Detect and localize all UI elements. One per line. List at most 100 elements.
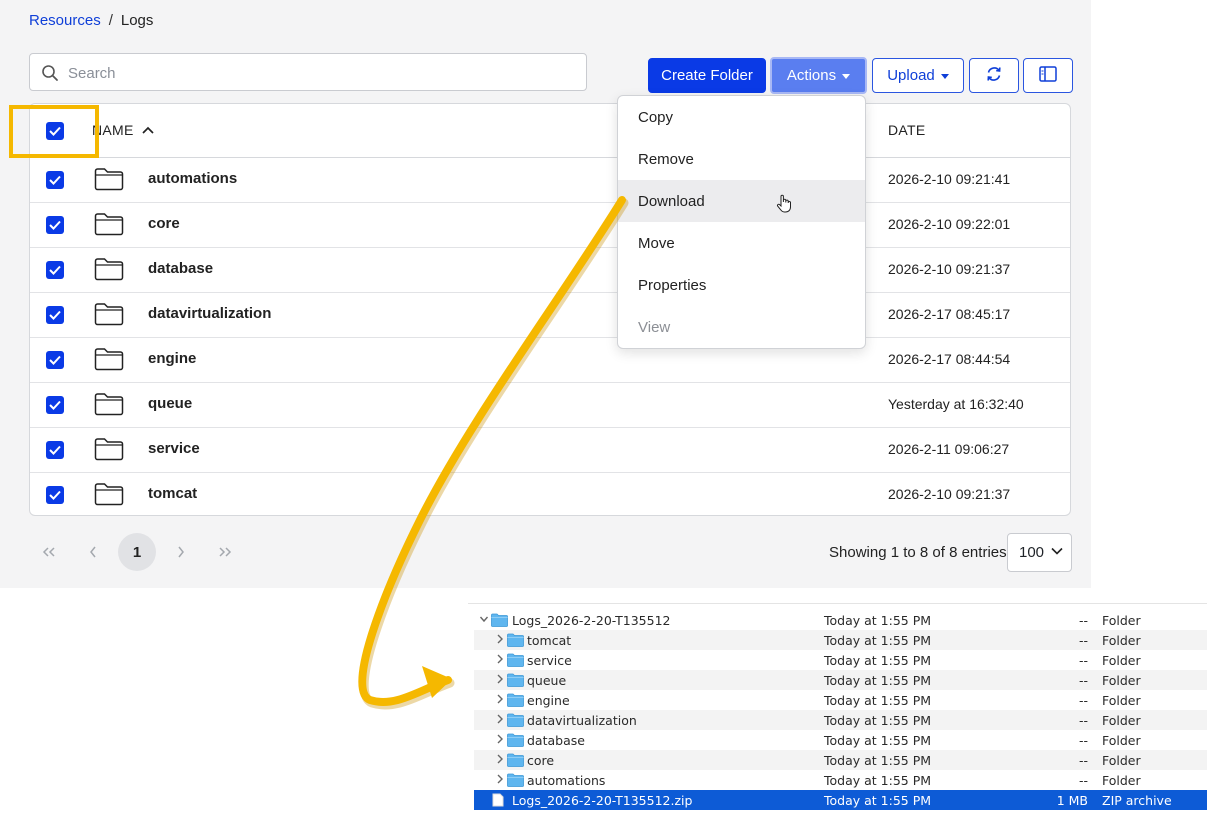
row-name[interactable]: datavirtualization <box>148 305 271 322</box>
actions-button[interactable]: Actions <box>770 57 867 94</box>
finder-item-size: -- <box>1078 713 1088 728</box>
toggle-panel-button[interactable] <box>1023 58 1073 93</box>
row-checkbox[interactable] <box>46 486 64 504</box>
row-date: 2026-2-10 09:21:41 <box>888 171 1011 187</box>
row-name[interactable]: core <box>148 215 180 232</box>
row-name[interactable]: tomcat <box>148 485 197 502</box>
disclosure-collapsed-icon[interactable] <box>495 693 505 705</box>
disclosure-collapsed-icon[interactable] <box>495 753 505 765</box>
name-column-header[interactable]: NAME <box>92 122 154 138</box>
table-row[interactable]: service 2026-2-11 09:06:27 <box>30 427 1070 473</box>
refresh-button[interactable] <box>969 58 1019 93</box>
row-checkbox[interactable] <box>46 396 64 414</box>
finder-item-kind: Folder <box>1102 713 1141 728</box>
row-name[interactable]: automations <box>148 170 237 187</box>
disclosure-collapsed-icon[interactable] <box>495 733 505 745</box>
checkmark-icon <box>49 490 61 500</box>
menu-item-remove[interactable]: Remove <box>618 138 865 180</box>
actions-button-label: Actions <box>786 67 837 84</box>
finder-item-size: -- <box>1078 673 1088 688</box>
folder-icon <box>491 613 508 627</box>
folder-icon <box>94 257 124 286</box>
finder-item-size: -- <box>1078 693 1088 708</box>
finder-row[interactable]: service Today at 1:55 PM -- Folder <box>474 650 1207 670</box>
row-name[interactable]: queue <box>148 395 192 412</box>
finder-item-date: Today at 1:55 PM <box>824 773 932 788</box>
table-row[interactable]: core 2026-2-10 09:22:01 <box>30 202 1070 248</box>
disclosure-collapsed-icon[interactable] <box>495 713 505 725</box>
row-checkbox[interactable] <box>46 171 64 189</box>
search-input[interactable] <box>66 54 570 92</box>
previous-page-button[interactable] <box>74 533 112 571</box>
menu-item-move[interactable]: Move <box>618 222 865 264</box>
row-name[interactable]: engine <box>148 350 196 367</box>
search-icon <box>41 64 59 87</box>
breadcrumb-resources-link[interactable]: Resources <box>29 12 101 29</box>
finder-row[interactable]: core Today at 1:55 PM -- Folder <box>474 750 1207 770</box>
finder-item-name: tomcat <box>527 633 572 648</box>
caret-down-icon <box>940 74 949 79</box>
row-name[interactable]: database <box>148 260 213 277</box>
disclosure-collapsed-icon[interactable] <box>495 673 505 685</box>
chevron-left-icon <box>90 546 96 558</box>
finder-item-date: Today at 1:55 PM <box>824 713 932 728</box>
finder-item-kind: ZIP archive <box>1102 793 1172 808</box>
disclosure-expanded-icon[interactable] <box>479 613 489 625</box>
page-1-button[interactable]: 1 <box>118 533 156 571</box>
table-row[interactable]: engine 2026-2-17 08:44:54 <box>30 337 1070 383</box>
row-checkbox[interactable] <box>46 441 64 459</box>
last-page-button[interactable] <box>206 533 244 571</box>
row-name[interactable]: service <box>148 440 200 457</box>
finder-item-date: Today at 1:55 PM <box>824 673 932 688</box>
finder-row[interactable]: datavirtualization Today at 1:55 PM -- Fold… <box>474 710 1207 730</box>
finder-row[interactable]: queue Today at 1:55 PM -- Folder <box>474 670 1207 690</box>
breadcrumb-separator: / <box>108 12 113 29</box>
table-row[interactable]: tomcat 2026-2-10 09:21:37 <box>30 472 1070 515</box>
finder-row[interactable]: engine Today at 1:55 PM -- Folder <box>474 690 1207 710</box>
caret-down-icon <box>842 74 851 79</box>
row-checkbox[interactable] <box>46 261 64 279</box>
finder-item-size: -- <box>1078 613 1088 628</box>
folder-icon <box>94 302 124 331</box>
menu-item-properties[interactable]: Properties <box>618 264 865 306</box>
finder-item-size: -- <box>1078 633 1088 648</box>
disclosure-collapsed-icon[interactable] <box>495 773 505 785</box>
table-row[interactable]: datavirtualization 2026-2-17 08:45:17 <box>30 292 1070 338</box>
page-size-select[interactable]: 100 <box>1007 533 1072 572</box>
folder-icon <box>507 713 524 727</box>
create-folder-button[interactable]: Create Folder <box>648 58 766 93</box>
table-row[interactable]: database 2026-2-10 09:21:37 <box>30 247 1070 293</box>
finder-item-size: -- <box>1078 733 1088 748</box>
disclosure-collapsed-icon[interactable] <box>495 633 505 645</box>
row-checkbox[interactable] <box>46 351 64 369</box>
row-checkbox[interactable] <box>46 216 64 234</box>
upload-button[interactable]: Upload <box>872 58 964 93</box>
row-date: 2026-2-11 09:06:27 <box>888 441 1010 457</box>
table-row[interactable]: automations 2026-2-10 09:21:41 <box>30 157 1070 203</box>
sidebar-panel-icon <box>1039 65 1057 86</box>
folder-icon <box>507 773 524 787</box>
zip-file-icon <box>492 793 504 807</box>
finder-row[interactable]: automations Today at 1:55 PM -- Folder <box>474 770 1207 790</box>
table-row[interactable]: queue Yesterday at 16:32:40 <box>30 382 1070 428</box>
finder-row-selected[interactable]: Logs_2026-2-20-T135512.zip Today at 1:55 … <box>474 790 1207 810</box>
finder-item-kind: Folder <box>1102 613 1141 628</box>
finder-row[interactable]: database Today at 1:55 PM -- Folder <box>474 730 1207 750</box>
menu-item-download[interactable]: Download <box>618 180 865 222</box>
disclosure-collapsed-icon[interactable] <box>495 653 505 665</box>
actions-dropdown-menu: Copy Remove Download Move Properties Vie… <box>617 95 866 349</box>
finder-row[interactable]: tomcat Today at 1:55 PM -- Folder <box>474 630 1207 650</box>
menu-item-copy[interactable]: Copy <box>618 96 865 138</box>
next-page-button[interactable] <box>162 533 200 571</box>
first-page-button[interactable] <box>30 533 68 571</box>
finder-item-name: database <box>527 733 585 748</box>
chevron-right-icon <box>178 546 184 558</box>
folder-icon <box>507 733 524 747</box>
finder-item-name: queue <box>527 673 567 688</box>
page-size-value: 100 <box>1019 544 1045 561</box>
finder-row[interactable]: Logs_2026-2-20-T135512 Today at 1:55 PM --… <box>474 610 1207 630</box>
checkmark-icon <box>49 310 61 320</box>
finder-item-date: Today at 1:55 PM <box>824 633 932 648</box>
row-checkbox[interactable] <box>46 306 64 324</box>
date-column-header[interactable]: DATE <box>888 122 926 138</box>
